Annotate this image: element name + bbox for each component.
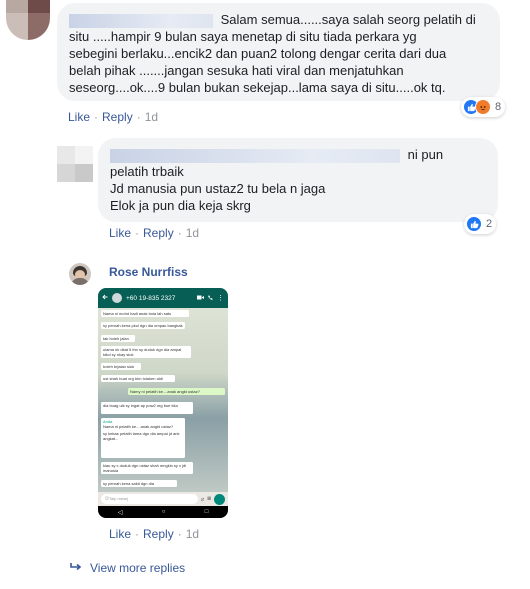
timestamp[interactable]: 1d [186,527,199,541]
contact-avatar [112,293,122,303]
reply-link[interactable]: Reply [143,226,174,240]
chat-message: tak boleh jalan [101,335,135,342]
chat-message: sy bekas pelatih lama dgn dia ampai jd a… [103,431,180,441]
chat-header: +60 19-835 2327 ⋮ [98,288,228,308]
emoji-icon: ☺ [104,496,111,502]
reply-author-name[interactable]: Rose Nurrfiss [109,265,188,279]
home-nav-icon: ○ [161,509,166,515]
reply-text-line: ni pun [407,147,444,162]
separator-dot: · [177,527,182,541]
reaction-summary[interactable]: 8 [461,97,506,117]
comment-text-line: sebegini berlaku...encik2 dan puan2 tolo… [69,46,447,61]
separator-dot: · [135,226,140,240]
attach-icon: ⌀ [200,496,205,503]
like-reaction-icon [466,216,482,232]
separator-dot: · [136,110,141,124]
comment-bubble: Salam semua......saya salah seorg pelati… [57,3,500,101]
reply-text-line: Elok ja pun dia keja skrg [110,198,251,213]
reaction-summary[interactable]: 2 [464,214,497,234]
phone-call-icon [208,294,213,302]
chat-message: ulama nk dkat 5 thn sy duduk dgn dia amp… [101,346,191,358]
like-link[interactable]: Like [109,226,131,240]
separator-dot: · [177,226,182,240]
reaction-count: 8 [495,101,502,113]
rose-avatar[interactable] [69,263,91,285]
timestamp[interactable]: 1d [145,110,158,124]
message-field: Taip mesej [101,494,198,504]
reply-link[interactable]: Reply [143,527,174,541]
like-link[interactable]: Like [109,527,131,541]
chat-body: Nama ni mohd hadi anak bola lah satu sy … [98,308,228,492]
commenter-name[interactable] [69,13,213,28]
chat-message: dia buag ulk sy ingat ap pow2 org bue ki… [101,402,193,414]
view-more-label[interactable]: View more replies [90,561,185,575]
reply-actions: Like · Reply · 1d [109,226,199,240]
reaction-count: 2 [486,218,493,230]
mic-icon [214,493,225,505]
back-arrow-icon [102,294,108,302]
like-link[interactable]: Like [68,110,90,124]
reply-actions: Like · Reply · 1d [109,527,199,541]
recents-nav-icon: □ [204,509,209,515]
timestamp[interactable]: 1d [186,226,199,240]
video-call-icon [197,295,204,302]
comment-text-line: seseorg....ok....9 bulan bukan sekejap..… [69,80,446,95]
reply-avatar[interactable] [57,146,93,182]
whatsapp-screenshot-image[interactable]: +60 19-835 2327 ⋮ Nama ni mohd hadi anak… [98,288,228,518]
comment-text-line: belah pihak .......jangan sesuka hati vi… [69,63,404,78]
separator-dot: · [135,527,140,541]
reply-text-line: Jd manusia pun ustaz2 tu bela n jaga [110,181,326,196]
separator-dot: · [94,110,99,124]
contact-number: +60 19-835 2327 [126,294,176,302]
chat-message: klau sy x duduk dgn ustaz shah mngkin sy… [101,462,193,474]
chat-quoted-reply: Anda Nama ni pelatih ke....anak angkt us… [101,418,185,458]
chat-input-bar: ☺ Taip mesej ⌀ ◙ [98,492,228,506]
back-nav-icon: ◁ [117,509,123,516]
reply-text-line: pelatih trbaik [110,164,184,179]
comment-text-line: Salam semua......saya salah seorg pelati… [220,12,476,27]
more-options-icon: ⋮ [217,295,224,302]
camera-icon: ◙ [207,496,211,502]
reply-author-name[interactable] [110,148,400,163]
chat-message: boleh brjalan siuk [101,363,141,370]
chat-message: sy pernah kena pkul dgn dia ompau bangka… [101,322,185,329]
view-more-replies[interactable]: View more replies [70,561,185,575]
reply-bubble: ni pun pelatih trbaik Jd manusia pun ust… [98,138,498,222]
commenter-avatar[interactable] [6,0,50,40]
chat-message-outgoing: Namy ni pelatih ke....anak angkt ustaz? [128,388,225,395]
chat-message: sy pernah kena sakit dgn dia [101,480,177,487]
android-nav-bar: ◁ ○ □ [98,506,228,518]
angry-reaction-icon [475,99,491,115]
chat-message: Nama ni mohd hadi anak bola lah satu [101,310,189,317]
chat-message: ust shah buat org bkn tolaken aldi [101,375,175,382]
quoted-text: Nama ni pelatih ke....anak angkt ustaz? [103,424,174,429]
reply-arrow-icon [70,561,82,575]
comment-actions: Like · Reply · 1d [68,110,158,124]
comment-text-line: situ .....hampir 9 bulan saya menetap di… [69,29,417,44]
reply-link[interactable]: Reply [102,110,133,124]
